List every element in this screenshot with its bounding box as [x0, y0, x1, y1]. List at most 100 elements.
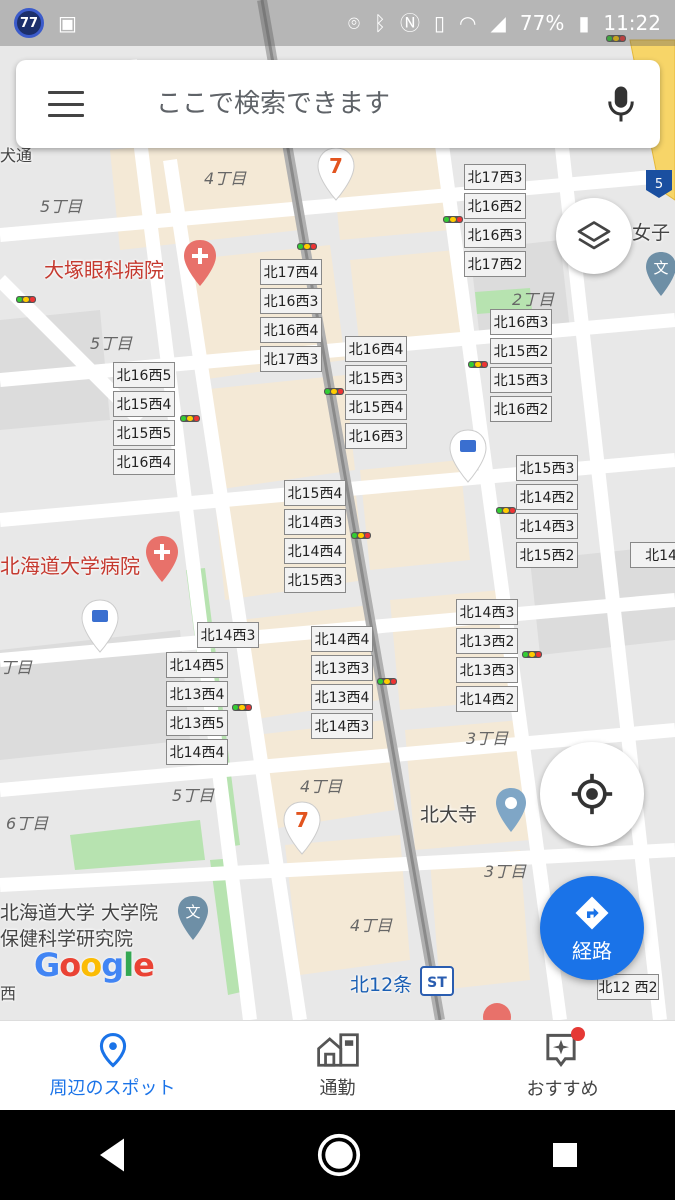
- system-navigation-bar: [0, 1110, 675, 1200]
- sign-cell: 北14西4: [284, 538, 346, 564]
- traffic-light-icon: [522, 651, 542, 658]
- sign-cell: 北13西3: [456, 657, 518, 683]
- sign-cell: 北14西2: [516, 484, 578, 510]
- sign-cell: 北15西4: [284, 480, 346, 506]
- intersection-sign: 北14: [630, 542, 675, 571]
- traffic-light-icon: [297, 243, 317, 250]
- sign-cell: 北13西4: [311, 684, 373, 710]
- sign-cell: 北16西4: [345, 336, 407, 362]
- app-badge-icon: 77: [14, 8, 44, 38]
- my-location-button[interactable]: [540, 742, 644, 846]
- poi-label-ophthalmology[interactable]: 大塚眼科病院: [44, 254, 164, 283]
- search-input[interactable]: [154, 88, 578, 120]
- intersection-sign: 北17西3 北16西2 北16西3 北17西2: [464, 164, 526, 280]
- school-pin-icon[interactable]: 文: [644, 250, 675, 298]
- directions-button[interactable]: 経路: [540, 876, 644, 980]
- svg-text:5: 5: [655, 177, 663, 192]
- nfc-icon: Ⓝ: [400, 11, 421, 35]
- sign-cell: 北16西3: [464, 222, 526, 248]
- google-logo: Google: [34, 946, 155, 984]
- directions-label: 経路: [572, 938, 612, 963]
- block-label: 5丁目: [90, 334, 133, 353]
- sign-cell: 北15西3: [345, 365, 407, 391]
- clock: 11:22: [603, 11, 661, 35]
- subway-station-icon[interactable]: ST: [420, 966, 454, 996]
- sign-cell: 北14西3: [197, 622, 259, 648]
- hospital-pin-icon[interactable]: [144, 534, 180, 584]
- location-pin-icon: [99, 1033, 126, 1068]
- intersection-sign: 北12 西2: [597, 974, 659, 1003]
- poi-label-graduate-school[interactable]: 北海道大学 大学院: [0, 898, 158, 925]
- intersection-sign: 北14西4 北13西3 北13西4 北14西3: [311, 626, 373, 742]
- location-icon: ⌾: [348, 11, 361, 35]
- microphone-icon[interactable]: [606, 84, 636, 124]
- traffic-light-icon: [496, 507, 516, 514]
- traffic-light-icon: [232, 704, 252, 711]
- sign-cell: 北13西4: [166, 681, 228, 707]
- school-pin-icon[interactable]: 文: [176, 894, 210, 942]
- commute-icon: [316, 1033, 359, 1067]
- search-bar: [16, 60, 660, 148]
- intersection-sign: 北14西5 北13西4 北13西5 北14西4: [166, 652, 228, 768]
- block-label: 4丁目: [350, 916, 393, 935]
- hospital-pin-icon[interactable]: [482, 1002, 512, 1020]
- directions-icon: [575, 896, 609, 929]
- poi-label-university-hospital[interactable]: 北海道大学病院: [0, 550, 140, 579]
- convenience-store-pin-icon[interactable]: 7: [316, 146, 356, 202]
- sign-cell: 北15西4: [113, 391, 175, 417]
- poi-label-womens[interactable]: 女子: [632, 218, 670, 245]
- sign-cell: 北13西5: [166, 710, 228, 736]
- nav-explore[interactable]: 周辺のスポット: [0, 1021, 225, 1111]
- sign-cell: 北14西4: [166, 739, 228, 765]
- nav-for-you[interactable]: おすすめ: [450, 1021, 675, 1111]
- temple-pin-icon[interactable]: [494, 786, 528, 834]
- sign-cell: 北14西4: [311, 626, 373, 652]
- traffic-light-icon: [16, 296, 36, 303]
- bank-pin-icon[interactable]: [80, 598, 120, 654]
- sign-cell: 北14西3: [516, 513, 578, 539]
- sign-cell: 北15西2: [516, 542, 578, 568]
- sign-cell: 北16西3: [260, 288, 322, 314]
- block-label: 3丁目: [466, 729, 509, 748]
- traffic-light-icon: [351, 532, 371, 539]
- sign-cell: 北16西2: [464, 193, 526, 219]
- intersection-sign: 北15西3 北14西2 北14西3 北15西2: [516, 455, 578, 571]
- svg-text:文: 文: [185, 903, 200, 921]
- sign-cell: 北14西5: [166, 652, 228, 678]
- battery-icon: ▮: [578, 11, 590, 35]
- sign-cell: 北17西4: [260, 259, 322, 285]
- nav-label: 通勤: [319, 1078, 356, 1099]
- map-view[interactable]: 5 4丁目 5丁目 5丁目 2丁目 丁目 3丁目 4丁目 5丁目 6丁目 3丁目…: [0, 0, 675, 1020]
- station-label[interactable]: 北12条: [350, 970, 412, 997]
- convenience-store-pin-icon[interactable]: 7: [282, 800, 322, 856]
- intersection-sign: 北15西4 北14西3 北14西4 北15西3: [284, 480, 346, 596]
- svg-text:7: 7: [295, 808, 309, 832]
- block-label: 5丁目: [172, 786, 215, 805]
- sign-cell: 北14西3: [311, 713, 373, 739]
- bluetooth-icon: ᛒ: [374, 11, 387, 35]
- home-icon[interactable]: [317, 1133, 361, 1177]
- sign-cell: 北17西2: [464, 251, 526, 277]
- sign-cell: 北16西4: [260, 317, 322, 343]
- intersection-sign: 北17西4 北16西3 北16西4 北17西3: [260, 259, 322, 375]
- traffic-light-icon: [324, 388, 344, 395]
- menu-icon[interactable]: [48, 91, 84, 117]
- nav-commute[interactable]: 通勤: [225, 1021, 450, 1111]
- sign-cell: 北15西2: [490, 338, 552, 364]
- recents-icon[interactable]: [549, 1139, 581, 1171]
- poi-label-kitadaiji[interactable]: 北大寺: [420, 800, 477, 827]
- sign-cell: 北14: [630, 542, 675, 568]
- svg-text:ST: ST: [427, 975, 447, 991]
- hospital-pin-icon[interactable]: [182, 238, 218, 288]
- back-icon[interactable]: [94, 1135, 130, 1175]
- street-label: 西: [0, 984, 17, 1003]
- bank-pin-icon[interactable]: [448, 428, 488, 484]
- image-notification-icon: ▣: [58, 11, 77, 35]
- traffic-light-icon: [443, 216, 463, 223]
- layers-button[interactable]: [556, 198, 632, 274]
- vibrate-icon: ▯: [434, 11, 446, 35]
- block-label: 2丁目: [512, 290, 555, 309]
- sign-cell: 北15西5: [113, 420, 175, 446]
- sign-cell: 北15西3: [490, 367, 552, 393]
- svg-text:文: 文: [653, 259, 668, 277]
